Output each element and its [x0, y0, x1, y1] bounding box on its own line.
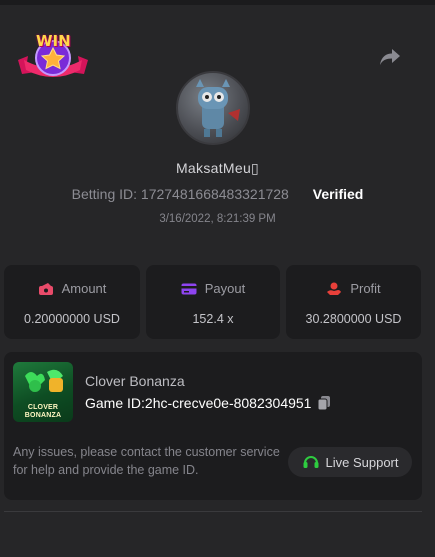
username: MaksatMeu▯	[175, 160, 260, 176]
game-name[interactable]: Clover Bonanza	[85, 373, 185, 389]
game-thumbnail[interactable]: CLOVER BONANZA	[13, 362, 73, 422]
live-support-label: Live Support	[325, 454, 399, 470]
top-bar	[0, 0, 435, 5]
headset-icon	[302, 454, 320, 470]
stat-value: 0.20000000 USD	[24, 312, 120, 326]
card-icon	[181, 282, 197, 296]
money-icon	[38, 282, 54, 296]
win-badge-icon: WIN	[16, 30, 90, 86]
game-id: Game ID:2hc-crecve0e-8082304951	[85, 395, 312, 411]
stat-value: 30.2800000 USD	[305, 312, 402, 326]
game-card: CLOVER BONANZA Clover Bonanza Game ID:2h…	[4, 352, 422, 500]
stat-label: Profit	[350, 281, 381, 296]
stat-card-amount: Amount 0.20000000 USD	[4, 265, 140, 339]
copy-icon[interactable]	[317, 395, 331, 411]
bet-timestamp: 3/16/2022, 8:21:39 PM	[159, 213, 276, 225]
share-icon[interactable]	[378, 46, 402, 68]
hand-money-icon	[326, 282, 342, 296]
verified-status: Verified	[312, 186, 364, 202]
support-help-text: Any issues, please contact the customer …	[13, 445, 280, 477]
live-support-button[interactable]: Live Support	[288, 447, 412, 477]
stat-card-profit: Profit 30.2800000 USD	[286, 265, 421, 339]
game-id-row: Game ID:2hc-crecve0e-8082304951	[85, 395, 331, 411]
divider	[4, 511, 422, 512]
stat-value: 152.4 x	[192, 312, 234, 326]
betting-id-row: Betting ID: 1727481668483321728 Verified	[0, 186, 435, 202]
stat-label: Payout	[204, 281, 246, 296]
stat-label: Amount	[61, 281, 107, 296]
win-badge-text: WIN	[36, 32, 71, 50]
thumbnail-title-line1: CLOVER	[27, 404, 59, 411]
thumbnail-title-line2: BONANZA	[24, 411, 62, 419]
betting-id: Betting ID: 1727481668483321728	[71, 186, 289, 202]
stat-card-payout: Payout 152.4 x	[146, 265, 280, 339]
avatar	[176, 71, 250, 145]
